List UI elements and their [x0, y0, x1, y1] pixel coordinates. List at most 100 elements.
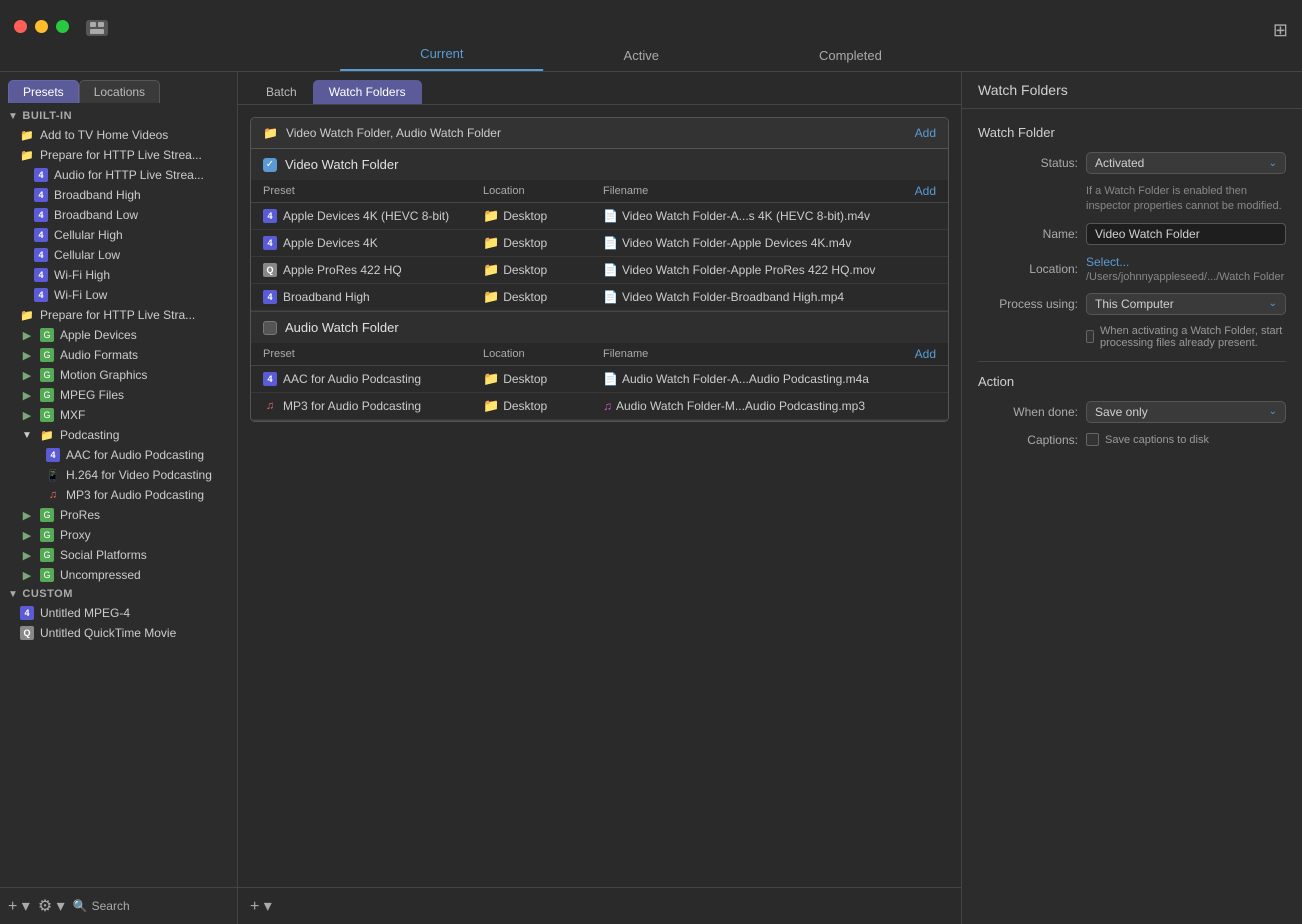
- status-select[interactable]: Activated ⌄: [1086, 152, 1286, 174]
- folder-group-icon: 📁: [263, 126, 278, 140]
- sidebar-item-audio-http[interactable]: 4 Audio for HTTP Live Strea...: [6, 165, 237, 185]
- group-icon: ▶: [20, 528, 34, 542]
- main-tab-bar: Current Active Completed: [340, 37, 962, 71]
- process-select[interactable]: This Computer ⌄: [1086, 293, 1286, 315]
- sidebar-item-apple-devices[interactable]: ▶ G Apple Devices: [6, 325, 237, 345]
- item-label: Prepare for HTTP Live Strea...: [40, 148, 202, 162]
- sidebar-item-mxf[interactable]: ▶ G MXF: [6, 405, 237, 425]
- preset-4-icon: 4: [34, 288, 48, 302]
- when-done-row: When done: Save only ⌄: [978, 401, 1286, 423]
- gear-button[interactable]: ⚙ ▾: [38, 896, 65, 916]
- preset-name-label: MP3 for Audio Podcasting: [283, 399, 421, 413]
- sidebar-item-proxy[interactable]: ▶ G Proxy: [6, 525, 237, 545]
- audio-table-add-button[interactable]: Add: [915, 347, 936, 361]
- phone-icon: 📱: [46, 468, 60, 482]
- folder-icon: 📁: [20, 308, 34, 322]
- close-button[interactable]: [14, 20, 27, 33]
- preset-4-icon: 4: [263, 236, 277, 250]
- location-select-link[interactable]: Select...: [1086, 255, 1129, 269]
- layout-icon[interactable]: [86, 20, 108, 36]
- minimize-button[interactable]: [35, 20, 48, 33]
- group-icon: ▶: [20, 408, 34, 422]
- group-badge: G: [40, 408, 54, 422]
- preset-name-label: Apple Devices 4K: [283, 236, 378, 250]
- tab-presets[interactable]: Presets: [8, 80, 79, 103]
- tab-locations[interactable]: Locations: [79, 80, 160, 103]
- window-controls: [14, 20, 69, 33]
- sidebar-item-mp3-podcasting[interactable]: ♫ MP3 for Audio Podcasting: [6, 485, 237, 505]
- sidebar-item-audio-formats[interactable]: ▶ G Audio Formats: [6, 345, 237, 365]
- group-badge: G: [40, 328, 54, 342]
- col-filename-header: Filename: [603, 348, 915, 360]
- settings-icon[interactable]: ⊞: [1273, 20, 1288, 41]
- when-done-value: Save only: [1095, 405, 1148, 419]
- filename-label: Video Watch Folder-Apple ProRes 422 HQ.m…: [622, 263, 875, 277]
- tab-batch[interactable]: Batch: [250, 80, 313, 104]
- search-icon: 🔍: [73, 899, 88, 913]
- preset-4-icon: 4: [34, 268, 48, 282]
- sidebar-item-broadband-low[interactable]: 4 Broadband Low: [6, 205, 237, 225]
- video-wfi-header: ✓ Video Watch Folder: [251, 149, 948, 180]
- sidebar-item-quicktime[interactable]: Q Untitled QuickTime Movie: [6, 623, 237, 643]
- sidebar-item-podcasting[interactable]: ▼ 📁 Podcasting: [6, 425, 237, 445]
- process-value: This Computer: [1095, 297, 1174, 311]
- sidebar-item-wifi-low[interactable]: 4 Wi-Fi Low: [6, 285, 237, 305]
- file-icon: 📄: [603, 372, 618, 386]
- table-row: 4 Apple Devices 4K 📁 Desktop 📄 Video Wat…: [251, 230, 948, 257]
- section-custom[interactable]: ▼ CUSTOM: [0, 585, 237, 603]
- sidebar-item-add-tv[interactable]: 📁 Add to TV Home Videos: [6, 125, 237, 145]
- table-row: ♫ MP3 for Audio Podcasting 📁 Desktop ♫ A…: [251, 393, 948, 420]
- custom-label: CUSTOM: [22, 588, 72, 600]
- sidebar-item-motion-graphics[interactable]: ▶ G Motion Graphics: [6, 365, 237, 385]
- sidebar-item-uncompressed[interactable]: ▶ G Uncompressed: [6, 565, 237, 585]
- preset-4-icon: 4: [34, 228, 48, 242]
- sidebar-item-broadband-high[interactable]: 4 Broadband High: [6, 185, 237, 205]
- wfg-add-button[interactable]: Add: [915, 126, 936, 140]
- select-arrow-icon: ⌄: [1269, 406, 1277, 417]
- folder-icon: 📁: [40, 428, 54, 442]
- location-folder-icon: 📁: [483, 289, 499, 305]
- item-label: Audio Formats: [60, 348, 138, 362]
- tab-completed[interactable]: Completed: [739, 39, 962, 71]
- captions-checkbox[interactable]: [1086, 433, 1099, 446]
- name-input[interactable]: Video Watch Folder: [1086, 223, 1286, 245]
- sidebar-item-http1[interactable]: 📁 Prepare for HTTP Live Strea...: [6, 145, 237, 165]
- sidebar-item-h264-podcasting[interactable]: 📱 H.264 for Video Podcasting: [6, 465, 237, 485]
- add-watch-folder-button[interactable]: + ▾: [250, 896, 272, 916]
- location-label: Desktop: [503, 209, 547, 223]
- item-label: H.264 for Video Podcasting: [66, 468, 212, 482]
- tab-watch-folders[interactable]: Watch Folders: [313, 80, 422, 104]
- video-folder-checkbox[interactable]: ✓: [263, 158, 277, 172]
- sidebar-item-cellular-low[interactable]: 4 Cellular Low: [6, 245, 237, 265]
- center-content: Batch Watch Folders 📁 Video Watch Folder…: [238, 72, 962, 924]
- sidebar-item-social[interactable]: ▶ G Social Platforms: [6, 545, 237, 565]
- search-area[interactable]: 🔍 Search: [73, 899, 130, 913]
- add-preset-button[interactable]: + ▾: [8, 896, 30, 916]
- sidebar-item-aac-podcasting[interactable]: 4 AAC for Audio Podcasting: [6, 445, 237, 465]
- right-panel-header: Watch Folders: [962, 72, 1302, 109]
- sidebar-item-prores[interactable]: ▶ G ProRes: [6, 505, 237, 525]
- preset-name-label: AAC for Audio Podcasting: [283, 372, 421, 386]
- item-label: MPEG Files: [60, 388, 124, 402]
- activate-checkbox[interactable]: [1086, 330, 1094, 343]
- tab-active[interactable]: Active: [544, 39, 739, 71]
- location-path: /Users/johnnyappleseed/.../Watch Folder: [1086, 271, 1286, 283]
- sidebar-item-wifi-high[interactable]: 4 Wi-Fi High: [6, 265, 237, 285]
- item-label: Proxy: [60, 528, 91, 542]
- audio-folder-checkbox[interactable]: [263, 321, 277, 335]
- chevron-icon: ▼: [20, 428, 34, 442]
- item-label: Podcasting: [60, 428, 119, 442]
- sidebar-item-http2[interactable]: 📁 Prepare for HTTP Live Stra...: [6, 305, 237, 325]
- sidebar-item-mpeg[interactable]: ▶ G MPEG Files: [6, 385, 237, 405]
- when-done-select[interactable]: Save only ⌄: [1086, 401, 1286, 423]
- preset-4-icon: 4: [34, 168, 48, 182]
- sidebar-item-cellular-high[interactable]: 4 Cellular High: [6, 225, 237, 245]
- center-footer: + ▾: [238, 887, 961, 924]
- preset-4-icon: 4: [46, 448, 60, 462]
- video-table-add-button[interactable]: Add: [915, 184, 936, 198]
- select-arrow-icon: ⌄: [1269, 158, 1277, 169]
- sidebar-item-mpeg4[interactable]: 4 Untitled MPEG-4: [6, 603, 237, 623]
- section-builtin[interactable]: ▼ BUILT-IN: [0, 107, 237, 125]
- tab-current[interactable]: Current: [340, 37, 543, 71]
- maximize-button[interactable]: [56, 20, 69, 33]
